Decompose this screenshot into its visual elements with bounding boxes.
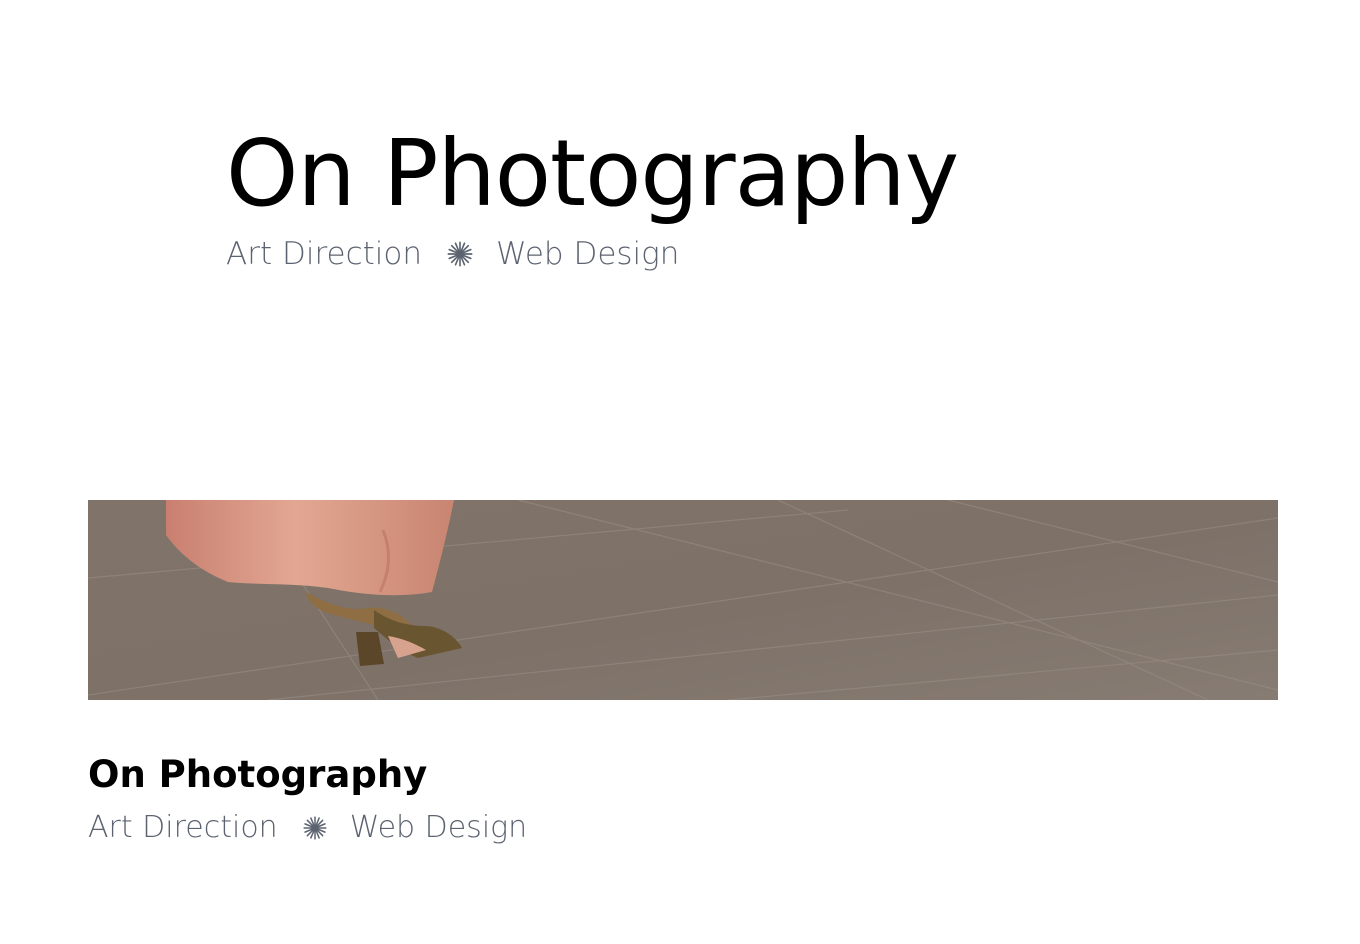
project-image[interactable]	[88, 500, 1278, 700]
card-category-art-direction[interactable]: Art Direction	[88, 810, 278, 846]
card-category-web-design[interactable]: Web Design	[350, 810, 527, 846]
card-title[interactable]: On Photography	[88, 752, 1278, 798]
card-categories: Art Direction Web Design	[88, 810, 1278, 846]
starburst-icon	[302, 815, 328, 841]
category-web-design[interactable]: Web Design	[496, 234, 679, 274]
project-card[interactable]: On Photography Art Direction Web Design	[88, 500, 1278, 846]
hero-categories: Art Direction Web Design	[226, 234, 1126, 274]
starburst-icon	[446, 240, 474, 268]
page-title: On Photography	[226, 120, 959, 227]
category-art-direction[interactable]: Art Direction	[226, 234, 422, 274]
hero-section: On Photography Art Direction Web Design	[226, 118, 1126, 274]
